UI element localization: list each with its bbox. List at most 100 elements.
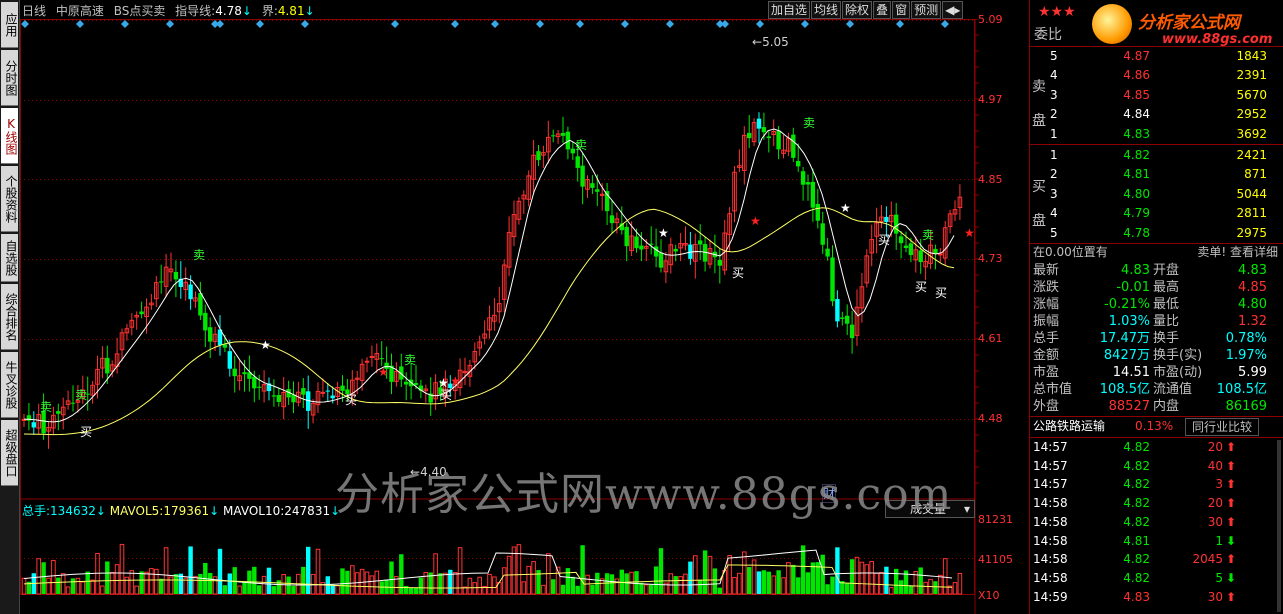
red-star-icon: ★ (964, 226, 975, 240)
tick-row: 14:59 4.83 30 ⬆ (1030, 588, 1280, 607)
volume-bar (193, 575, 198, 595)
tab-intraday[interactable]: 分时图 (1, 50, 18, 106)
volume-bar (119, 543, 125, 595)
sector-name[interactable]: 公路铁路运输 (1033, 417, 1105, 436)
volume-bar (644, 584, 649, 595)
stat-label: 总手 (1033, 331, 1060, 346)
tab-super-orderbook[interactable]: 超级盘口 (1, 420, 18, 486)
tab-profile[interactable]: 个股资料 (1, 166, 18, 232)
volume-bar (791, 564, 796, 594)
signal-diamonds (21, 20, 949, 28)
white-star-icon: ★ (260, 338, 271, 352)
buy-level-row[interactable]: 4 4.79 2811 (1030, 204, 1280, 223)
tick-price: 4.82 (1123, 440, 1150, 454)
buy-level-row[interactable]: 5 4.78 2975 (1030, 224, 1280, 243)
tab-kline[interactable]: K线图 (1, 108, 18, 164)
sell-level-row[interactable]: 2 4.84 2952 (1030, 105, 1280, 124)
up-arrow-icon: ⬆ (1226, 458, 1237, 473)
candle-body (139, 311, 144, 315)
buy-level-row[interactable]: 1 4.82 2421 (1030, 146, 1280, 165)
add-watchlist-button[interactable]: 加自选 (768, 1, 811, 19)
tab-watchlist[interactable]: 自选股 (1, 234, 18, 282)
sell-level-row[interactable]: 1 4.83 3692 (1030, 125, 1280, 144)
candle-body (938, 253, 943, 256)
volume-bar (350, 565, 355, 595)
volume-bar (36, 558, 41, 595)
volume-bar (707, 555, 713, 595)
sell-level-row[interactable]: 4 4.86 2391 (1030, 66, 1280, 85)
volume-bar (252, 566, 257, 594)
candle-body (639, 245, 644, 250)
volume-bar (144, 571, 149, 595)
tick-time: 14:57 (1033, 477, 1068, 492)
volume-bar (766, 571, 771, 594)
tab-apps[interactable]: 应用 (1, 2, 18, 48)
level-volume: 2391 (1236, 68, 1267, 83)
volume-bar (859, 561, 865, 595)
view-detail-link[interactable]: 卖单! 查看详细 (1197, 243, 1278, 262)
volume-bar (261, 575, 267, 595)
volume-bar (276, 580, 281, 594)
candle-body (536, 151, 541, 161)
level-volume: 1843 (1236, 49, 1267, 63)
quote-stat-row: 金额 8427万 换手(实) 1.97% (1030, 347, 1280, 364)
tick-volume: 30 (1207, 514, 1223, 529)
tick-row: 14:57 4.82 20 ⬆ (1030, 438, 1280, 457)
stat-label: 最新 (1033, 263, 1060, 278)
nav-arrows-button[interactable]: ◀▸ (942, 1, 964, 19)
volume-bar (315, 548, 321, 595)
volume-bar (781, 577, 786, 595)
tick-scrollbar[interactable] (1277, 440, 1281, 612)
volume-bar (154, 568, 159, 595)
window-button[interactable]: 窗 (892, 1, 911, 19)
tick-volume: 20 (1207, 440, 1223, 454)
candle-body (198, 293, 203, 316)
down-arrow-icon: ⬇ (1226, 533, 1237, 548)
sell-signal-label: 卖 (922, 228, 934, 242)
volume-bar (835, 547, 840, 594)
volume-bar (634, 571, 639, 594)
volume-bar (408, 587, 414, 594)
candle-body (257, 386, 262, 388)
volume-bar (301, 566, 306, 594)
tick-volume: 3 (1215, 477, 1223, 492)
volume-bar (188, 546, 193, 594)
candle-body (551, 135, 556, 137)
volume-bar (51, 559, 56, 595)
tab-ranking[interactable]: 综合排名 (1, 284, 18, 350)
stat-label: 内盘 (1153, 399, 1180, 414)
stat-label: 换手(实) (1153, 348, 1203, 363)
kline-chart[interactable]: 买买 买买买买 买卖卖卖卖卖卖卖★★★★★★★★ (20, 19, 1028, 614)
buy-level-row[interactable]: 3 4.80 5044 (1030, 185, 1280, 204)
exright-button[interactable]: 除权 (842, 1, 873, 19)
ma-button[interactable]: 均线 (811, 1, 842, 19)
volume-bar (501, 567, 507, 595)
forecast-button[interactable]: 预测 (911, 1, 942, 19)
candle-body (805, 182, 811, 185)
level-price: 4.86 (1123, 68, 1150, 83)
bound-value: 4.81 (277, 4, 305, 18)
volume-bar (492, 576, 497, 595)
chevron-down-icon: ▾ (963, 502, 970, 516)
tick-price: 4.82 (1123, 570, 1150, 585)
signal-diamond-icon (756, 20, 764, 28)
volume-bar (800, 545, 806, 594)
candle-body (208, 327, 213, 342)
buy-signal-label: 买 (915, 280, 927, 294)
overlay-button[interactable]: 叠 (873, 1, 892, 19)
quote-stat-row: 市盈 14.51 市盈(动) 5.99 (1030, 364, 1280, 381)
sell-level-row[interactable]: 5 4.87 1843 (1030, 47, 1280, 66)
candle-body (159, 281, 164, 283)
candle-body (766, 136, 771, 139)
tick-row: 14:58 4.82 30 ⬆ (1030, 513, 1280, 532)
volume-bar (149, 568, 154, 595)
sell-level-row[interactable]: 3 4.85 5670 (1030, 86, 1280, 105)
volume-label: 总手: (22, 504, 51, 518)
buy-level-row[interactable]: 2 4.81 871 (1030, 165, 1280, 184)
tick-time: 14:58 (1033, 496, 1068, 511)
down-arrow-icon: ↓ (304, 4, 315, 18)
industry-compare-button[interactable]: 同行业比较 (1185, 418, 1260, 436)
tab-diagnosis[interactable]: 牛叉诊股 (1, 352, 18, 418)
stat-label: 金额 (1033, 348, 1060, 363)
volume-bar (266, 567, 272, 594)
